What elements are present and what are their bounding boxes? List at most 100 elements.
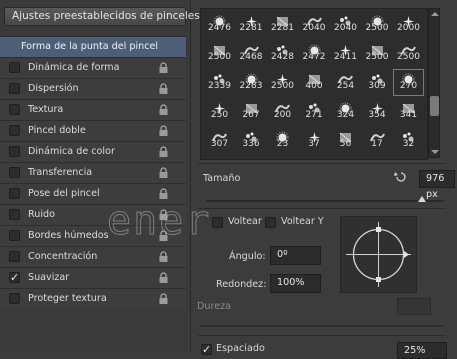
lock-icon[interactable] [158,146,169,158]
brush-tip-cell[interactable]: 2500 [393,40,424,67]
brush-tip-cell[interactable]: 254 [330,69,361,96]
brush-tip-cell[interactable]: 2281 [267,11,298,38]
settings-item[interactable]: Textura [0,99,186,120]
brush-tip-cell[interactable]: 2281 [236,11,267,38]
brush-presets-button[interactable]: Ajustes preestablecidos de pinceles [4,7,200,26]
lock-icon[interactable] [158,104,169,116]
settings-checkbox[interactable] [9,62,20,73]
brush-tip-cell[interactable]: 2411 [330,40,361,67]
brush-tip-cell[interactable]: 250 [204,98,235,125]
settings-checkbox[interactable] [9,125,20,136]
settings-item[interactable]: Proteger textura [0,288,186,309]
brush-size-label: 2040 [334,23,357,33]
settings-checkbox[interactable] [9,209,20,220]
settings-checkbox[interactable] [9,83,20,94]
brush-size-label: 2411 [334,52,357,62]
settings-item-label: Pose del pincel [28,188,100,199]
flip-x-checkbox[interactable] [212,217,223,228]
brush-tip-cell[interactable]: 267 [236,98,267,125]
brush-tip-shape-item[interactable]: Forma de la punta del pincel [0,36,186,57]
settings-item[interactable]: Dinámica de forma [0,57,186,78]
reset-size-icon[interactable] [394,171,408,183]
settings-checkbox[interactable] [9,167,20,178]
scrollbar-thumb[interactable] [430,96,439,116]
brush-tip-cell[interactable]: 400 [299,69,330,96]
settings-checkbox[interactable] [9,293,20,304]
brush-tip-cell[interactable]: 2000 [393,11,424,38]
brush-size-label: 2339 [208,81,231,91]
spacing-input[interactable]: 25% [397,342,447,359]
brush-tip-cell[interactable]: 2283 [236,69,267,96]
settings-checkbox[interactable] [9,251,20,262]
size-input[interactable]: 976 px [419,170,455,200]
lock-icon[interactable] [158,62,169,74]
settings-item-label: Dinámica de forma [28,62,120,73]
divider [198,163,446,164]
brush-tip-cell[interactable]: 2040 [330,11,361,38]
settings-item[interactable]: Transferencia [0,162,186,183]
lock-icon[interactable] [158,125,169,137]
brush-size-label: 2500 [208,52,231,62]
brush-size-label: 200 [273,110,292,120]
settings-checkbox[interactable] [9,104,20,115]
brush-tip-cell[interactable]: 2500 [204,40,235,67]
lock-icon[interactable] [158,272,169,284]
angle-label: Ángulo: [229,251,266,262]
brush-tip-cell[interactable]: 2476 [204,11,235,38]
scroll-down-icon[interactable] [431,149,439,155]
brush-tip-cell[interactable]: 307 [204,127,235,154]
settings-checkbox[interactable]: ✓ [9,272,20,283]
brush-tip-cell[interactable]: 37 [299,127,330,154]
brush-tip-cell[interactable]: 2040 [299,11,330,38]
lock-icon[interactable] [158,251,169,263]
brush-tip-cell[interactable]: 2500 [267,69,298,96]
brush-tip-cell[interactable]: 2428 [267,40,298,67]
brush-size-label: 17 [371,139,383,149]
settings-checkbox[interactable] [9,146,20,157]
brush-angle-roundness-preview[interactable] [340,216,417,293]
brush-tip-cell[interactable]: 2472 [299,40,330,67]
settings-item[interactable]: Dinámica de color [0,141,186,162]
brush-tip-cell[interactable]: 2500 [362,11,393,38]
lock-icon[interactable] [158,83,169,95]
size-slider[interactable] [206,200,444,202]
settings-item[interactable]: Dispersión [0,78,186,99]
settings-item[interactable]: Pincel doble [0,120,186,141]
brush-tip-cell[interactable]: 56 [330,127,361,154]
brush-grid-scrollbar[interactable] [428,8,440,158]
settings-item-label: Proteger textura [28,293,107,304]
brush-tip-cell[interactable]: 354 [362,98,393,125]
brush-tip-cell[interactable]: 2339 [204,69,235,96]
brush-tip-cell[interactable]: 270 [393,69,424,96]
size-slider-handle[interactable] [417,195,427,203]
settings-item[interactable]: ✓ Suavizar [0,267,186,288]
brush-tip-cell[interactable]: 324 [330,98,361,125]
brush-tip-cell[interactable]: 200 [267,98,298,125]
brush-tip-cell[interactable]: 341 [393,98,424,125]
settings-item[interactable]: Concentración [0,246,186,267]
lock-icon[interactable] [158,293,169,305]
brush-tip-cell[interactable]: 336 [236,127,267,154]
roundness-label: Redondez: [216,279,267,290]
brush-size-label: 307 [210,139,229,149]
brush-tip-cell[interactable]: 2468 [236,40,267,67]
brush-tip-cell[interactable]: 32 [393,127,424,154]
brush-tip-cell[interactable]: 17 [362,127,393,154]
flip-y-checkbox[interactable] [265,217,276,228]
brush-size-label: 2500 [365,52,389,62]
settings-checkbox[interactable] [9,188,20,199]
spacing-checkbox[interactable]: ✓ [201,344,212,355]
brush-tip-cell[interactable]: 309 [362,69,393,96]
brush-size-label: 2281 [239,23,263,33]
angle-input[interactable]: 0º [270,246,321,265]
brush-tip-cell[interactable]: 23 [267,127,298,154]
brush-size-label: 270 [399,81,418,91]
brush-tip-cell[interactable]: 2500 [362,40,393,67]
brush-settings-list: Forma de la punta del pincel Dinámica de … [0,36,186,309]
scroll-up-icon[interactable] [431,11,439,17]
brush-size-label: 2500 [397,52,420,62]
brush-tip-cell[interactable]: 271 [299,98,330,125]
settings-checkbox[interactable] [9,230,20,241]
lock-icon[interactable] [158,167,169,179]
roundness-input[interactable]: 100% [270,274,321,293]
